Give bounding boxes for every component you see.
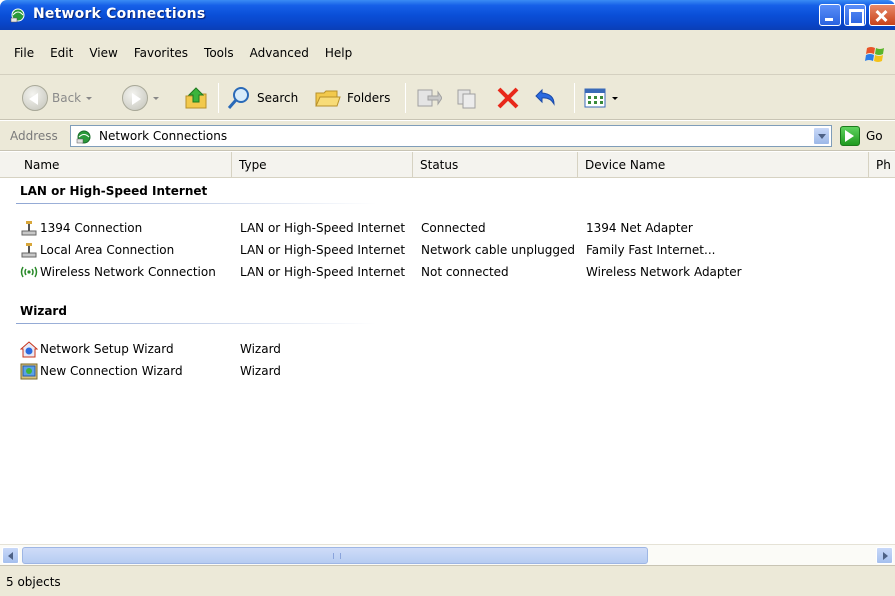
move-to-button[interactable] bbox=[414, 81, 442, 115]
lan-connection-icon bbox=[21, 243, 37, 258]
up-folder-icon bbox=[185, 87, 207, 109]
go-button[interactable]: Go bbox=[840, 126, 883, 146]
folders-button[interactable]: Folders bbox=[313, 81, 390, 115]
file-list: LAN or High-Speed Internet 1394 Connecti… bbox=[0, 178, 895, 544]
group-divider bbox=[16, 323, 376, 324]
delete-button[interactable] bbox=[494, 81, 522, 115]
search-label: Search bbox=[257, 91, 299, 105]
address-value: Network Connections bbox=[99, 129, 228, 143]
chevron-down-icon bbox=[153, 96, 159, 100]
undo-icon bbox=[535, 88, 555, 106]
column-header-type[interactable]: Type bbox=[233, 152, 413, 178]
scrollbar-thumb[interactable] bbox=[22, 547, 648, 564]
item-type: Wizard bbox=[240, 364, 281, 378]
search-button[interactable]: Search bbox=[225, 81, 298, 115]
wireless-connection-icon bbox=[20, 266, 38, 278]
status-bar: 5 objects bbox=[0, 565, 895, 596]
lan-connection-icon bbox=[21, 221, 37, 236]
toolbar-separator bbox=[218, 83, 219, 113]
group-divider bbox=[16, 203, 376, 204]
menu-file[interactable]: File bbox=[0, 46, 42, 60]
scroll-right-button[interactable] bbox=[876, 547, 893, 564]
group-title-lan: LAN or High-Speed Internet bbox=[20, 184, 208, 198]
menu-edit[interactable]: Edit bbox=[42, 46, 81, 60]
column-header-name[interactable]: Name bbox=[18, 152, 232, 178]
back-label: Back bbox=[52, 91, 82, 105]
copy-to-button[interactable] bbox=[454, 81, 482, 115]
item-device: Wireless Network Adapter bbox=[586, 265, 742, 279]
folders-icon bbox=[315, 90, 341, 107]
chevron-down-icon bbox=[86, 96, 93, 100]
horizontal-scrollbar[interactable] bbox=[0, 544, 895, 565]
menu-bar: File Edit View Favorites Tools Advanced … bbox=[0, 30, 895, 75]
menu-favorites[interactable]: Favorites bbox=[126, 46, 196, 60]
window-title: Network Connections bbox=[33, 6, 206, 22]
list-item[interactable]: Network Setup Wizard Wizard bbox=[0, 340, 895, 360]
scroll-left-button[interactable] bbox=[2, 547, 19, 564]
views-icon bbox=[584, 88, 606, 108]
forward-button[interactable] bbox=[122, 81, 159, 115]
toolbar: Back Search Folders bbox=[0, 75, 895, 120]
go-label: Go bbox=[866, 129, 883, 143]
up-folder-button[interactable] bbox=[182, 81, 210, 115]
title-bar[interactable]: Network Connections bbox=[0, 0, 895, 30]
item-name: Wireless Network Connection bbox=[40, 265, 216, 279]
back-button[interactable]: Back bbox=[22, 81, 93, 115]
item-type: Wizard bbox=[240, 342, 281, 356]
move-to-icon bbox=[417, 89, 442, 107]
item-status: Not connected bbox=[421, 265, 509, 279]
list-item[interactable]: 1394 Connection LAN or High-Speed Intern… bbox=[0, 219, 895, 239]
item-status: Connected bbox=[421, 221, 486, 235]
views-button[interactable] bbox=[583, 81, 618, 115]
go-arrow-icon bbox=[840, 126, 860, 146]
search-icon bbox=[227, 87, 249, 109]
new-connection-wizard-icon bbox=[20, 363, 38, 380]
forward-arrow-icon bbox=[122, 85, 148, 111]
item-name: 1394 Connection bbox=[40, 221, 143, 235]
column-header-status[interactable]: Status bbox=[414, 152, 578, 178]
menu-tools[interactable]: Tools bbox=[196, 46, 242, 60]
chevron-down-icon bbox=[612, 96, 618, 100]
list-item[interactable]: Local Area Connection LAN or High-Speed … bbox=[0, 241, 895, 261]
item-name: Network Setup Wizard bbox=[40, 342, 174, 356]
scrollbar-grip bbox=[333, 553, 341, 559]
close-button[interactable] bbox=[869, 4, 895, 26]
back-arrow-icon bbox=[22, 85, 48, 111]
group-title-wizard: Wizard bbox=[20, 304, 67, 318]
item-name: New Connection Wizard bbox=[40, 364, 183, 378]
delete-icon bbox=[497, 87, 519, 109]
minimize-button[interactable] bbox=[819, 4, 841, 26]
network-connections-icon bbox=[76, 130, 91, 144]
folders-label: Folders bbox=[347, 91, 391, 105]
item-device: Family Fast Internet... bbox=[586, 243, 716, 257]
column-headers: Name Type Status Device Name Ph bbox=[0, 152, 895, 178]
list-item[interactable]: New Connection Wizard Wizard bbox=[0, 362, 895, 382]
undo-button[interactable] bbox=[532, 81, 560, 115]
windows-logo-icon bbox=[865, 47, 884, 62]
menu-advanced[interactable]: Advanced bbox=[242, 46, 317, 60]
item-device: 1394 Net Adapter bbox=[586, 221, 693, 235]
status-text: 5 objects bbox=[6, 575, 61, 589]
column-header-device-name[interactable]: Device Name bbox=[579, 152, 869, 178]
address-label: Address bbox=[10, 129, 58, 143]
address-dropdown-button[interactable] bbox=[813, 127, 830, 145]
item-type: LAN or High-Speed Internet bbox=[240, 265, 406, 279]
toolbar-separator bbox=[574, 83, 575, 113]
address-bar: Address Network Connections Go bbox=[0, 121, 895, 151]
item-name: Local Area Connection bbox=[40, 243, 175, 257]
item-status: Network cable unplugged bbox=[421, 243, 576, 257]
network-setup-wizard-icon bbox=[20, 341, 38, 358]
column-header-phone[interactable]: Ph bbox=[870, 152, 895, 178]
copy-to-icon bbox=[457, 89, 476, 109]
item-type: LAN or High-Speed Internet bbox=[240, 243, 406, 257]
menu-help[interactable]: Help bbox=[317, 46, 360, 60]
list-item[interactable]: Wireless Network Connection LAN or High-… bbox=[0, 263, 895, 283]
network-connections-icon bbox=[10, 8, 25, 23]
item-type: LAN or High-Speed Internet bbox=[240, 221, 406, 235]
maximize-button[interactable] bbox=[844, 4, 866, 26]
menu-view[interactable]: View bbox=[81, 46, 125, 60]
toolbar-separator bbox=[405, 83, 406, 113]
address-input[interactable]: Network Connections bbox=[70, 125, 832, 147]
